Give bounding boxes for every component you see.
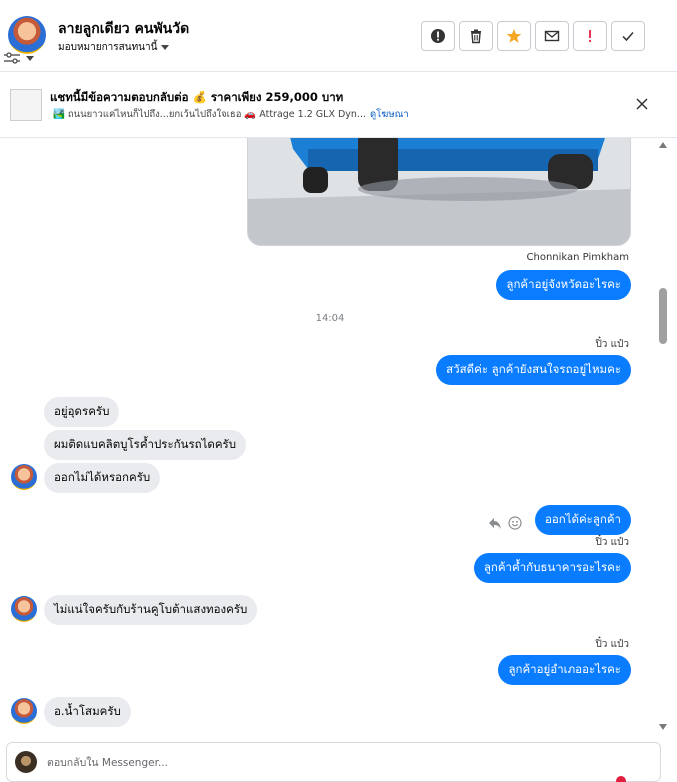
spam-button[interactable] <box>573 21 607 51</box>
contact-avatar-small <box>11 596 37 622</box>
alert-circle-icon <box>431 29 445 43</box>
mark-done-button[interactable] <box>611 21 645 51</box>
trash-icon <box>471 29 481 44</box>
check-icon <box>622 32 634 42</box>
contact-name[interactable]: ลายลูกเดียว คนพันวัด <box>58 18 189 40</box>
exclamation-icon <box>589 30 591 42</box>
outgoing-message[interactable]: สวัสดีค่ะ ลูกค้ายังสนใจรถอยู่ไหมคะ <box>436 355 631 385</box>
scroll-down-arrow[interactable] <box>659 724 667 730</box>
star-button[interactable] <box>497 21 531 51</box>
reply-icon[interactable] <box>488 516 502 530</box>
incoming-message[interactable]: ออกไม่ได้หรอกครับ <box>44 463 161 493</box>
shared-car-image[interactable] <box>247 138 631 246</box>
mark-unread-button[interactable] <box>535 21 569 51</box>
car-photo <box>248 138 630 245</box>
thread-scrollbar[interactable] <box>658 140 668 732</box>
sender-name: ปิ๋ว แป๋ว <box>595 537 629 548</box>
sliders-icon <box>4 52 20 64</box>
incoming-message[interactable]: อ.น้ำโสมครับ <box>44 697 131 727</box>
ad-sub-text: 🏞️ ถนนยาวแค่ไหนก็ไปถึง...ยกเว้นไปถึงใจเธ… <box>53 109 366 120</box>
message-thread[interactable]: Chonnikan Pimkham ลูกค้าอยู่จังหวัดอะไรค… <box>0 138 677 734</box>
ad-context-bar: แชทนี้มีข้อความตอบกลับต่อ 💰 ราคาเพียง 25… <box>0 73 677 138</box>
sender-name: ปิ๋ว แป๋ว <box>595 639 629 650</box>
outgoing-message[interactable]: ลูกค้าค้ำกับธนาคารอะไรคะ <box>473 553 631 583</box>
ad-thumbnail <box>10 89 42 121</box>
chevron-down-icon <box>26 55 34 61</box>
conversation-header: ลายลูกเดียว คนพันวัด มอบหมายการสนทนานี้ <box>0 0 677 72</box>
scroll-up-arrow[interactable] <box>659 142 667 148</box>
ad-title: แชทนี้มีข้อความตอบกลับต่อ 💰 ราคาเพียง 25… <box>50 90 344 104</box>
filter-settings-button[interactable] <box>4 52 34 64</box>
mail-icon <box>544 30 560 42</box>
contact-avatar[interactable] <box>8 16 46 54</box>
message-composer <box>6 742 661 782</box>
assign-conversation-dropdown[interactable]: มอบหมายการสนทนานี้ <box>58 40 170 55</box>
scroll-thumb[interactable] <box>659 288 667 344</box>
outgoing-message[interactable]: ลูกค้าอยู่จังหวัดอะไรคะ <box>496 270 631 300</box>
assign-label: มอบหมายการสนทนานี้ <box>58 42 158 53</box>
chevron-down-icon <box>161 45 170 50</box>
outgoing-message[interactable]: ออกได้ค่ะลูกค้า <box>534 505 631 535</box>
sender-name: Chonnikan Pimkham <box>526 252 629 263</box>
incoming-message[interactable]: ผมติดแบคลิตบูโรค้ำประกันรถไดครับ <box>44 430 247 460</box>
message-timestamp: 14:04 <box>315 313 345 324</box>
incoming-message[interactable]: อยู่อุดรครับ <box>44 397 120 427</box>
emoji-react-icon[interactable] <box>508 516 522 530</box>
messenger-window: ลายลูกเดียว คนพันวัด มอบหมายการสนทนานี้ <box>0 0 677 782</box>
notification-dot <box>616 776 626 782</box>
contact-avatar-small <box>11 464 37 490</box>
delete-button[interactable] <box>459 21 493 51</box>
contact-avatar-small <box>11 698 37 724</box>
report-button[interactable] <box>421 21 455 51</box>
reply-input[interactable] <box>47 753 607 773</box>
star-icon <box>506 29 522 43</box>
close-icon[interactable] <box>635 97 649 111</box>
view-ad-link[interactable]: ดูโฆษณา <box>370 107 409 122</box>
message-actions <box>488 516 522 530</box>
sender-name: ปิ๋ว แป๋ว <box>595 339 629 350</box>
header-actions <box>421 21 645 51</box>
ad-subtitle: 🏞️ ถนนยาวแค่ไหนก็ไปถึง...ยกเว้นไปถึงใจเธ… <box>53 107 409 122</box>
page-avatar <box>15 751 37 773</box>
outgoing-message[interactable]: ลูกค้าอยู่อำเภออะไรคะ <box>498 655 631 685</box>
incoming-message[interactable]: ไม่แน่ใจครับกับร้านคูโบต้าแสงทองครับ <box>44 595 258 625</box>
